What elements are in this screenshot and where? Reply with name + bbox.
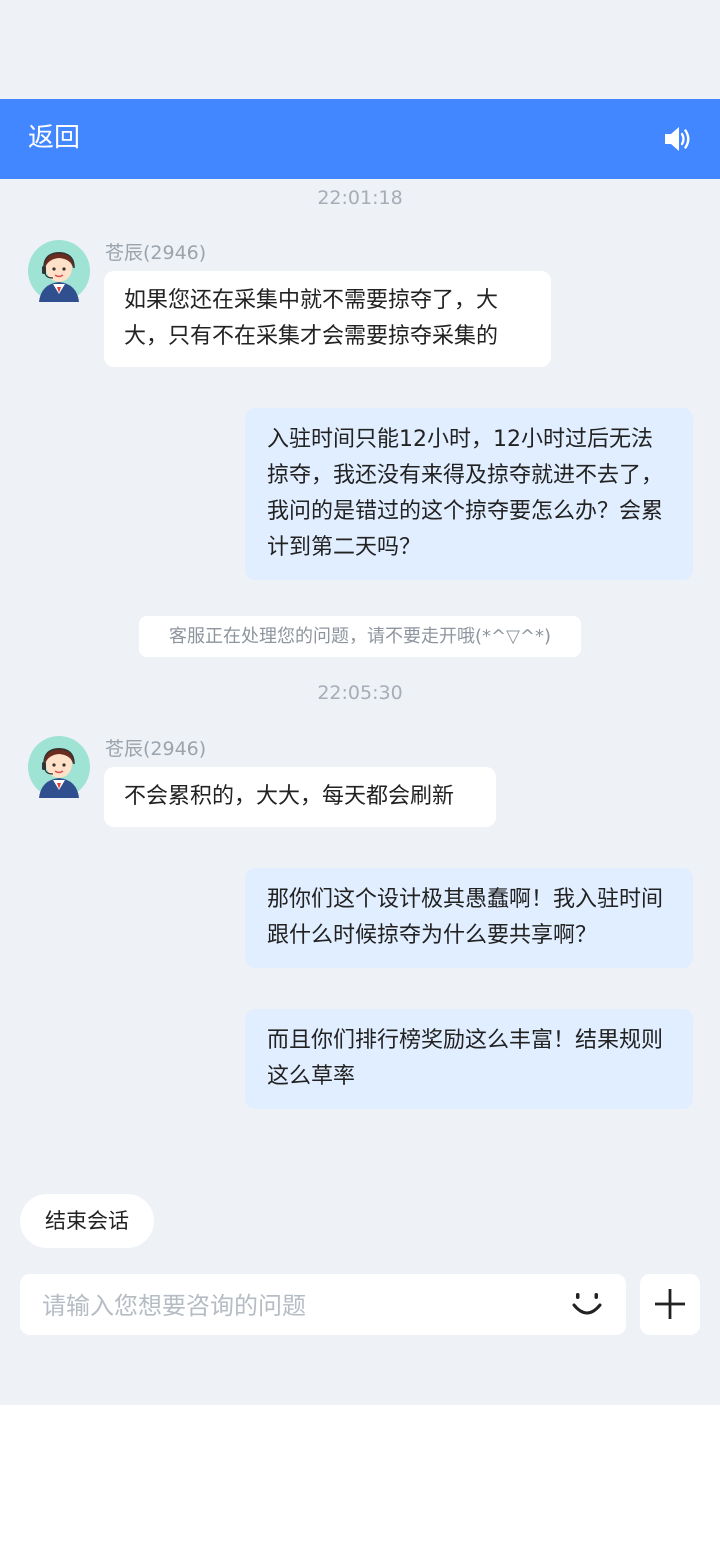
emoji-icon[interactable] bbox=[570, 1288, 604, 1322]
speaker-icon[interactable] bbox=[662, 124, 692, 154]
timestamp: 22:01:18 bbox=[317, 187, 403, 209]
header-bar: 返回 bbox=[0, 99, 720, 179]
agent-name: 苍辰(2946) bbox=[105, 738, 207, 760]
agent-name: 苍辰(2946) bbox=[105, 242, 207, 264]
end-session-button[interactable]: 结束会话 bbox=[20, 1194, 154, 1248]
chat-screen: 返回 22:01:18 苍辰(2946) 如果您还在采集中就不需要掠夺了，大大，… bbox=[0, 0, 720, 1405]
message-input-box bbox=[20, 1274, 626, 1337]
agent-avatar[interactable] bbox=[28, 736, 90, 798]
user-message[interactable]: 那你们这个设计极其愚蠢啊！我入驻时间跟什么时候掠夺为什么要共享啊？ bbox=[245, 868, 693, 968]
add-attachment-button[interactable] bbox=[640, 1274, 700, 1335]
plus-icon bbox=[655, 1289, 685, 1319]
back-button[interactable]: 返回 bbox=[28, 99, 80, 179]
agent-message[interactable]: 如果您还在采集中就不需要掠夺了，大大，只有不在采集才会需要掠夺采集的 bbox=[104, 271, 551, 367]
system-notice: 客服正在处理您的问题，请不要走开哦(*^▽^*) bbox=[139, 616, 581, 657]
timestamp: 22:05:30 bbox=[317, 682, 403, 704]
agent-avatar[interactable] bbox=[28, 240, 90, 302]
message-input[interactable] bbox=[40, 1274, 564, 1337]
user-message[interactable]: 而且你们排行榜奖励这么丰富！结果规则这么草率 bbox=[245, 1009, 693, 1109]
agent-message[interactable]: 不会累积的，大大，每天都会刷新 bbox=[104, 767, 496, 827]
user-message[interactable]: 入驻时间只能12小时，12小时过后无法掠夺，我还没有来得及掠夺就进不去了，我问的… bbox=[245, 408, 693, 580]
